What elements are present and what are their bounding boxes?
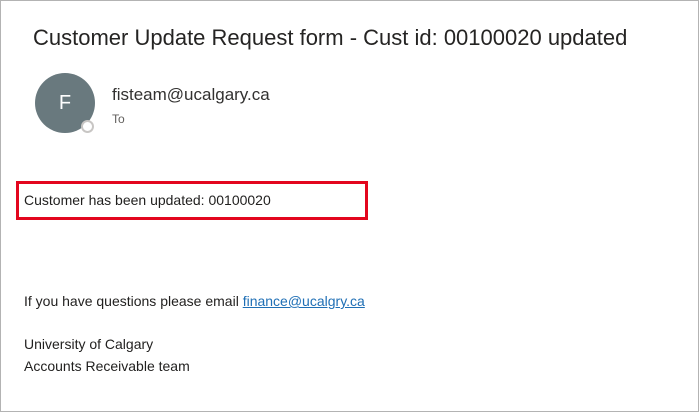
signature-organization: University of Calgary: [24, 336, 154, 352]
questions-line: If you have questions please email finan…: [24, 291, 365, 311]
signature-team: Accounts Receivable team: [24, 358, 190, 374]
recipients-to-label[interactable]: To: [112, 111, 125, 127]
sender-avatar-initial: F: [58, 92, 72, 114]
finance-email-link[interactable]: finance@ucalgry.ca: [243, 293, 365, 309]
email-reading-pane: Customer Update Request form - Cust id: …: [0, 0, 699, 412]
presence-status-icon: [81, 120, 94, 133]
questions-text: If you have questions please email: [24, 293, 243, 309]
customer-updated-text: Customer has been updated: 00100020: [24, 192, 271, 208]
sender-address[interactable]: fisteam@ucalgary.ca: [112, 84, 270, 106]
email-subject: Customer Update Request form - Cust id: …: [33, 25, 628, 50]
